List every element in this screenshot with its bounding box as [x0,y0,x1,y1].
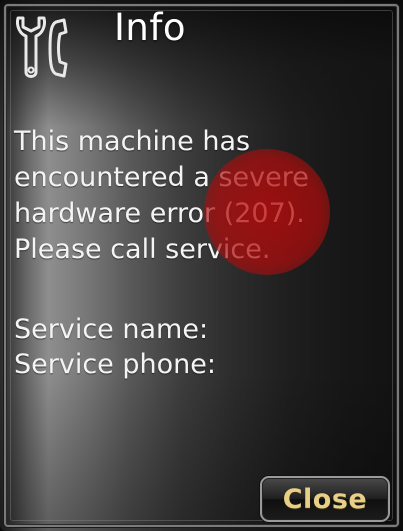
service-name-label: Service name: [14,314,209,345]
wrench-phone-icon [16,16,68,78]
dialog-title: Info [114,6,187,49]
message-line: hardware error (207). [14,198,305,229]
message-line: Please call service. [14,234,271,265]
dialog-header: Info [0,0,403,90]
message-line: This machine has [14,126,251,157]
info-dialog: Info This machine has encountered a seve… [0,0,403,531]
close-button-label: Close [282,483,368,515]
close-button[interactable]: Close [260,476,390,522]
service-phone-label: Service phone: [14,349,216,380]
service-name-row: Service name: [14,312,384,347]
service-phone-row: Service phone: [14,347,384,382]
message-line: encountered a severe [14,162,309,193]
service-info: Service name: Service phone: [14,312,384,382]
error-message: This machine has encountered a severe ha… [14,124,384,268]
